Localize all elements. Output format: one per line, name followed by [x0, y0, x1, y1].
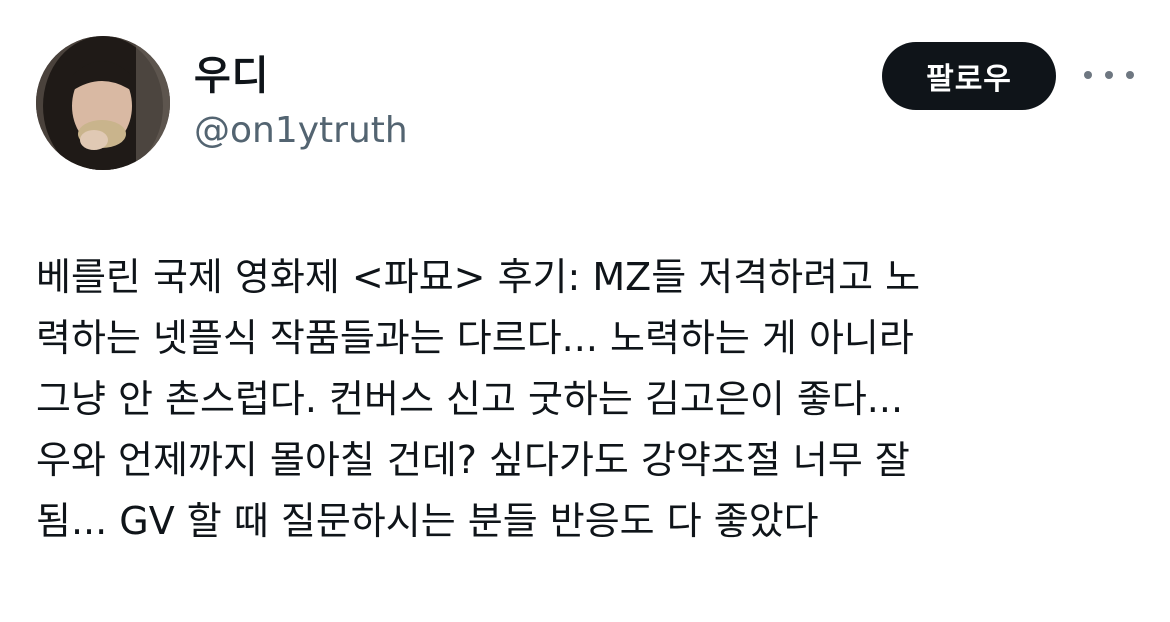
author-handle[interactable]: @on1ytruth	[194, 106, 408, 156]
more-dot	[1084, 71, 1092, 79]
more-horizontal-icon[interactable]	[1084, 62, 1134, 88]
more-dot	[1126, 71, 1134, 79]
more-dot	[1105, 71, 1113, 79]
follow-button[interactable]: 팔로우	[882, 42, 1056, 110]
tweet-text: 베를린 국제 영화제 <파묘> 후기: MZ들 저격하려고 노 력하는 넷플식 …	[36, 255, 921, 543]
author-display-name[interactable]: 우디	[194, 48, 270, 104]
avatar[interactable]	[36, 36, 170, 170]
